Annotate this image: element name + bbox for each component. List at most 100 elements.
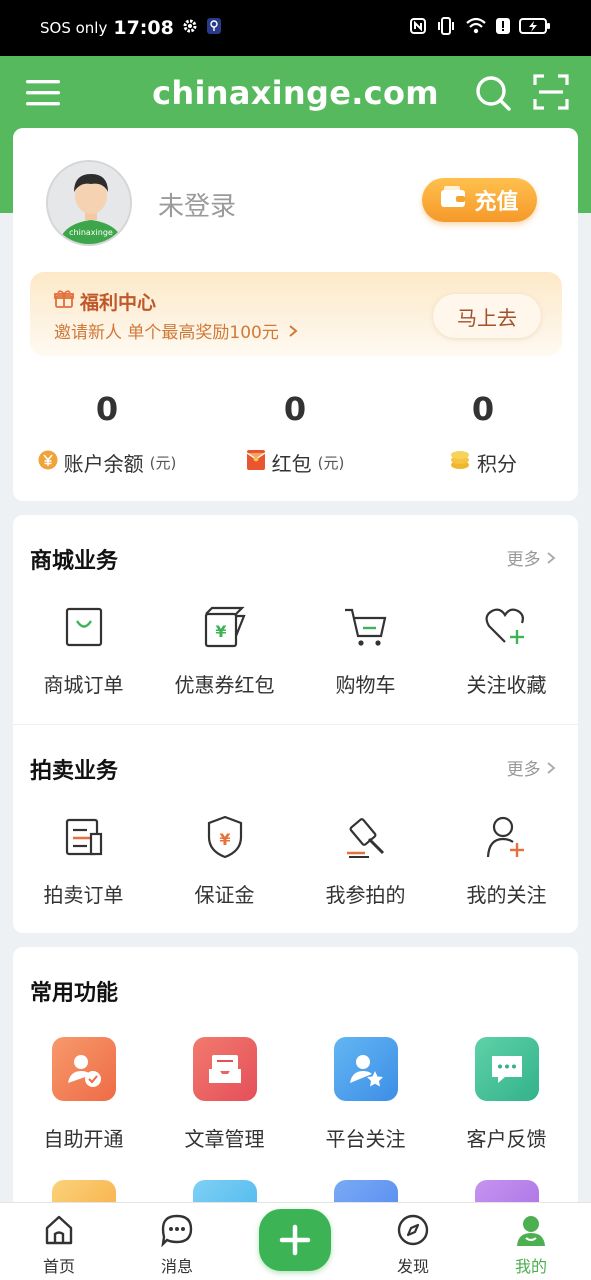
self-service-icon — [51, 1037, 116, 1101]
points-coins-icon — [449, 449, 471, 476]
yuan-coin-icon — [38, 450, 58, 475]
svg-text:¥: ¥ — [219, 830, 230, 849]
stats-row: 0 账户余额 (元) 0 红包 (元) 0 积分 — [13, 390, 578, 477]
nav-publish[interactable] — [236, 1203, 354, 1280]
functions-card: 常用功能 自助开通 文章管理 平台关注 客户反馈 — [13, 947, 578, 1217]
business-card: 商城业务 更多 商城订单 ¥ 优惠券红包 购物车 关注收藏 拍卖业务 更多 拍卖… — [13, 515, 578, 933]
mall-orders-label: 商城订单 — [43, 673, 124, 697]
go-now-button[interactable]: 马上去 — [433, 294, 541, 338]
gavel-icon — [295, 813, 436, 861]
red-envelope-icon — [246, 449, 266, 476]
nav-home[interactable]: 首页 — [0, 1203, 118, 1280]
shopping-cart[interactable]: 购物车 — [295, 603, 436, 698]
auction-more-link[interactable]: 更多 — [507, 755, 556, 780]
stat-unit: (元) — [149, 454, 177, 472]
coupons-label: 优惠券红包 — [174, 673, 275, 697]
stat-value: 0 — [95, 390, 119, 428]
stat-label: 积分 — [477, 452, 517, 476]
favorites-label: 关注收藏 — [466, 673, 547, 697]
auction-orders[interactable]: 拍卖订单 — [13, 813, 154, 908]
stat-red-envelope[interactable]: 0 红包 (元) — [201, 390, 389, 477]
scan-icon[interactable] — [533, 74, 569, 110]
heart-plus-icon — [436, 603, 577, 651]
welfare-banner[interactable]: 福利中心 邀请新人 单个最高奖励100元 马上去 — [30, 272, 562, 356]
top-bar: chinaxinge.com — [0, 56, 591, 128]
user-plus-icon — [436, 813, 577, 861]
nav-me-label: 我的 — [514, 1257, 547, 1276]
cart-label: 购物车 — [335, 673, 396, 697]
avatar-text: chinaxinge — [69, 228, 113, 237]
nav-me[interactable]: 我的 — [472, 1203, 590, 1280]
notification-app-icon — [206, 17, 222, 39]
stat-value: 0 — [283, 390, 307, 428]
welfare-subtitle: 邀请新人 单个最高奖励100元 — [54, 323, 279, 343]
platform-follow[interactable]: 平台关注 — [295, 1037, 436, 1152]
my-bids-label: 我参拍的 — [325, 883, 406, 907]
article-manage-label: 文章管理 — [184, 1127, 265, 1151]
svg-text:¥: ¥ — [215, 622, 226, 641]
self-service[interactable]: 自助开通 — [13, 1037, 154, 1152]
wifi-icon — [465, 17, 487, 39]
stat-balance[interactable]: 0 账户余额 (元) — [13, 390, 201, 477]
wallet-icon — [440, 186, 466, 214]
shopping-bag-icon — [13, 603, 154, 651]
mall-orders[interactable]: 商城订单 — [13, 603, 154, 698]
cart-icon — [295, 603, 436, 651]
platform-follow-icon — [333, 1037, 398, 1101]
alert-icon — [496, 17, 510, 39]
vibrate-icon — [436, 16, 456, 40]
article-manage[interactable]: 文章管理 — [154, 1037, 295, 1152]
chevron-right-icon — [547, 762, 556, 774]
nav-discover-label: 发现 — [396, 1257, 429, 1276]
more-label: 更多 — [506, 550, 541, 570]
article-manage-icon — [192, 1037, 257, 1101]
recharge-button[interactable]: 充值 — [422, 178, 537, 222]
bottom-nav: 首页 消息 发现 我的 — [0, 1202, 591, 1280]
mall-more-link[interactable]: 更多 — [507, 545, 556, 570]
login-status[interactable]: 未登录 — [158, 186, 236, 223]
clock: 17:08 — [113, 17, 174, 39]
feedback-label: 客户反馈 — [466, 1127, 547, 1151]
deposit-label: 保证金 — [194, 883, 255, 907]
profile-card: chinaxinge 未登录 充值 福利中心 邀请新人 单个最高奖励100元 马… — [13, 128, 578, 501]
feedback-icon — [474, 1037, 539, 1101]
nav-messages[interactable]: 消息 — [118, 1203, 236, 1280]
customer-feedback[interactable]: 客户反馈 — [436, 1037, 577, 1152]
home-icon — [0, 1213, 118, 1247]
battery-icon — [519, 17, 551, 39]
stat-label: 红包 — [271, 452, 312, 476]
mall-section-title: 商城业务 — [30, 549, 119, 574]
chevron-right-icon — [288, 323, 298, 343]
my-follows[interactable]: 我的关注 — [436, 813, 577, 908]
nav-messages-label: 消息 — [160, 1257, 193, 1276]
my-follows-label: 我的关注 — [466, 883, 547, 907]
settings-gear-icon — [182, 18, 198, 38]
carrier-text: SOS only — [40, 19, 108, 37]
stat-unit: (元) — [317, 454, 345, 472]
stat-label: 账户余额 — [63, 452, 144, 476]
status-bar: SOS only 17:08 — [0, 0, 591, 56]
deposit-shield-icon: ¥ — [154, 813, 295, 861]
stat-value: 0 — [471, 390, 495, 428]
plus-icon — [259, 1209, 331, 1271]
chevron-right-icon — [547, 552, 556, 564]
coupons[interactable]: ¥ 优惠券红包 — [154, 603, 295, 698]
my-bids[interactable]: 我参拍的 — [295, 813, 436, 908]
platform-follow-label: 平台关注 — [325, 1127, 406, 1151]
message-icon — [118, 1213, 236, 1247]
nfc-icon — [409, 17, 427, 39]
search-icon[interactable] — [474, 74, 512, 112]
nav-discover[interactable]: 发现 — [354, 1203, 472, 1280]
self-service-label: 自助开通 — [43, 1127, 124, 1151]
compass-icon — [354, 1213, 472, 1247]
nav-home-label: 首页 — [42, 1257, 75, 1276]
stat-points[interactable]: 0 积分 — [389, 390, 577, 477]
avatar[interactable]: chinaxinge — [46, 160, 132, 246]
section-divider — [13, 724, 578, 725]
coupon-icon: ¥ — [154, 603, 295, 651]
recharge-label: 充值 — [474, 190, 519, 215]
gift-icon — [54, 289, 74, 314]
deposit[interactable]: ¥ 保证金 — [154, 813, 295, 908]
auction-orders-label: 拍卖订单 — [43, 883, 124, 907]
favorites[interactable]: 关注收藏 — [436, 603, 577, 698]
